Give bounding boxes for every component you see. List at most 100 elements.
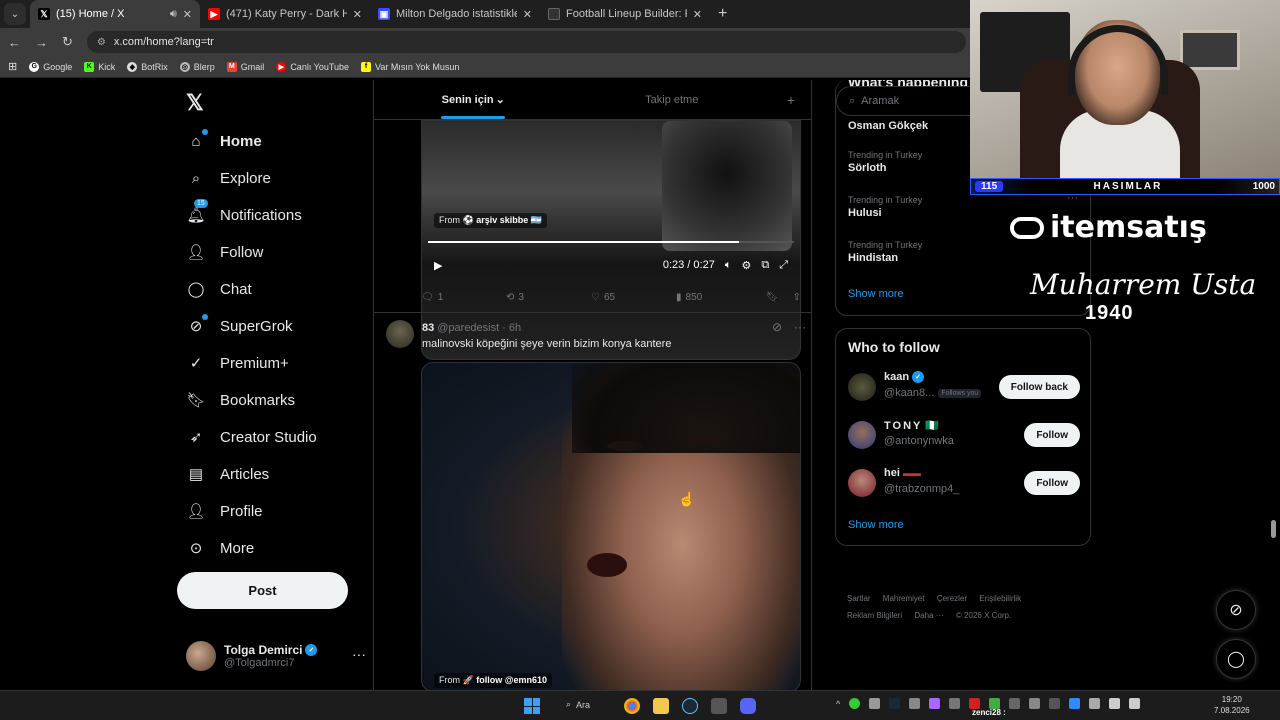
nav-home[interactable]: ⌂ Home [186, 126, 262, 156]
bookmark-icon[interactable]: 🔖︎ [766, 292, 779, 303]
play-icon[interactable]: ▶ [434, 259, 442, 272]
tray-icon[interactable] [1049, 698, 1061, 709]
volume-icon[interactable] [1129, 698, 1141, 709]
tray-icon[interactable] [869, 698, 881, 709]
bookmark-gmail[interactable]: M Gmail [226, 61, 264, 72]
browser-tab-x-home[interactable]: 𝕏 (15) Home / X 🔊︎ ✕ [30, 0, 200, 28]
tab-following[interactable]: Takip etme [573, 80, 772, 119]
footer-link[interactable]: Reklam Bilgileri [847, 611, 902, 620]
bluetooth-icon[interactable] [1069, 698, 1081, 709]
post-time[interactable]: · 6h [502, 322, 521, 334]
volume-icon[interactable]: 🔈︎ [725, 259, 732, 272]
suggested-user[interactable]: hei ▬▬ @trabzonmp4_ Follow [848, 465, 1080, 501]
nav-bookmarks[interactable]: 🔖︎ Bookmarks [186, 385, 295, 415]
browser-tab-youtube[interactable]: ▶ (471) Katy Perry - Dark Horse ft ✕ [200, 0, 370, 28]
close-tab-icon[interactable]: ✕ [353, 8, 362, 21]
avatar[interactable] [848, 469, 876, 497]
x-logo-icon[interactable]: 𝕏 [186, 90, 204, 116]
bookmark-youtube[interactable]: ▶ Canlı YouTube [276, 61, 349, 72]
views-button[interactable]: ▮ 850 [676, 292, 761, 303]
show-more-link[interactable]: Show more [848, 519, 904, 531]
repost-button[interactable]: ⟲ 3 [506, 292, 591, 303]
forward-icon[interactable]: → [35, 35, 48, 50]
tray-icon[interactable] [909, 698, 921, 709]
follow-back-button[interactable]: Follow back [998, 375, 1080, 399]
like-button[interactable]: ♡ 65 [591, 292, 676, 303]
nav-notifications[interactable]: 🔔︎ 15 Notifications [186, 199, 302, 230]
tray-icon[interactable] [1009, 698, 1021, 709]
trend-item[interactable]: Trending in Turkey Hulusi [848, 195, 922, 219]
grok-icon[interactable]: ⊘ [772, 320, 782, 334]
tab-search-button[interactable]: ⌄ [4, 3, 26, 25]
tray-icon[interactable] [929, 698, 941, 709]
speaker-icon[interactable]: 🔊︎ [170, 8, 177, 21]
nav-more[interactable]: ⊙ More [186, 533, 254, 563]
trend-item[interactable]: Osman Gökçek [848, 118, 928, 132]
grok-floating-button[interactable]: ⊘ [1216, 590, 1256, 630]
tab-for-you[interactable]: Senin için ⌄ [374, 80, 573, 119]
suggested-user[interactable]: TONY 🇳🇬 @antonynwka Follow [848, 417, 1080, 453]
nav-articles[interactable]: ▤ Articles [186, 459, 269, 489]
footer-link[interactable]: Mahremiyet [883, 594, 925, 603]
browser-tab-lineup[interactable]: Football Lineup Builder: Real K ✕ [540, 0, 710, 28]
post-author-name[interactable]: 83 [422, 322, 434, 334]
url-field[interactable]: ⚙ x.com/home?lang=tr [86, 31, 966, 53]
settings-icon[interactable]: ⚙ [741, 259, 751, 272]
trend-item[interactable]: Trending in Turkey Hindistan [848, 240, 922, 264]
footer-link[interactable]: Şartlar [847, 594, 871, 603]
reply-button[interactable]: 🗨︎ 1 [421, 292, 506, 303]
fullscreen-icon[interactable]: ⤢ [779, 259, 788, 272]
avatar[interactable] [386, 320, 414, 348]
chevron-up-icon[interactable]: ^ [836, 699, 840, 709]
nav-premium[interactable]: ✓ Premium+ [186, 348, 289, 378]
steam-icon[interactable] [682, 698, 698, 714]
post-author-handle[interactable]: @paredesist [437, 322, 499, 334]
nav-profile[interactable]: 👤︎ Profile [186, 496, 262, 526]
bookmark-botrix[interactable]: ◆ BotRix [127, 61, 168, 72]
bookmark-blerp[interactable]: ◎ Blerp [179, 61, 215, 72]
avatar[interactable] [848, 421, 876, 449]
account-switcher[interactable]: Tolga Demirci ✓ @Tolgadmrci7 ··· [186, 638, 366, 674]
chrome-icon[interactable] [624, 698, 640, 714]
app-icon[interactable] [711, 698, 727, 714]
nav-follow[interactable]: 👤︎ Follow [186, 237, 263, 267]
bookmark-kick[interactable]: K Kick [84, 61, 115, 72]
tray-icon[interactable] [849, 698, 861, 709]
messages-floating-button[interactable]: ◯ [1216, 639, 1256, 679]
close-tab-icon[interactable]: ✕ [523, 8, 532, 21]
tray-icon[interactable] [949, 698, 961, 709]
close-tab-icon[interactable]: ✕ [183, 8, 192, 21]
share-icon[interactable]: ⇪ [793, 292, 801, 303]
network-icon[interactable] [1109, 698, 1121, 709]
avatar[interactable] [848, 373, 876, 401]
nav-explore[interactable]: ⌕ Explore [186, 163, 271, 193]
more-options-icon[interactable]: ··· [352, 646, 366, 662]
scrollbar[interactable] [1271, 520, 1276, 538]
apps-icon[interactable]: ⊞ [8, 60, 17, 73]
trend-item[interactable]: Trending in Turkey Sörloth [848, 150, 922, 174]
new-tab-button[interactable]: + [718, 5, 727, 23]
tray-icon[interactable] [1029, 698, 1041, 709]
video-player[interactable]: ☝ From 🚀 follow @emn610 [421, 362, 801, 690]
follow-button[interactable]: Follow [1024, 423, 1080, 447]
video-source-tag[interactable]: From 🚀 follow @emn610 [434, 673, 553, 688]
bookmark-google[interactable]: G Google [29, 61, 72, 72]
video-progress-bar[interactable] [428, 241, 794, 243]
close-tab-icon[interactable]: ✕ [693, 8, 702, 21]
discord-icon[interactable] [740, 698, 756, 714]
footer-link[interactable]: Daha ··· [914, 611, 943, 620]
footer-link[interactable]: Çerezler [937, 594, 967, 603]
show-more-link[interactable]: Show more [848, 288, 904, 300]
back-icon[interactable]: ← [8, 35, 21, 50]
post-button[interactable]: Post [177, 572, 348, 609]
browser-tab-fotmob[interactable]: ▣ Milton Delgado istatistikleri ve ✕ [370, 0, 540, 28]
picture-in-picture-icon[interactable]: ⧉ [761, 259, 769, 272]
microphone-icon[interactable] [1089, 698, 1101, 709]
nav-creator-studio[interactable]: ➶ Creator Studio [186, 422, 317, 452]
video-source-tag[interactable]: From ⚽ arşiv skibbe 🇦🇷 [434, 213, 547, 228]
more-options-icon[interactable]: ··· [794, 320, 806, 334]
start-button[interactable] [524, 698, 540, 714]
steam-icon[interactable] [889, 698, 901, 709]
nav-supergrok[interactable]: ⊘ SuperGrok [186, 311, 293, 341]
clock[interactable]: 19:20 7.08.2026 [1214, 694, 1250, 716]
